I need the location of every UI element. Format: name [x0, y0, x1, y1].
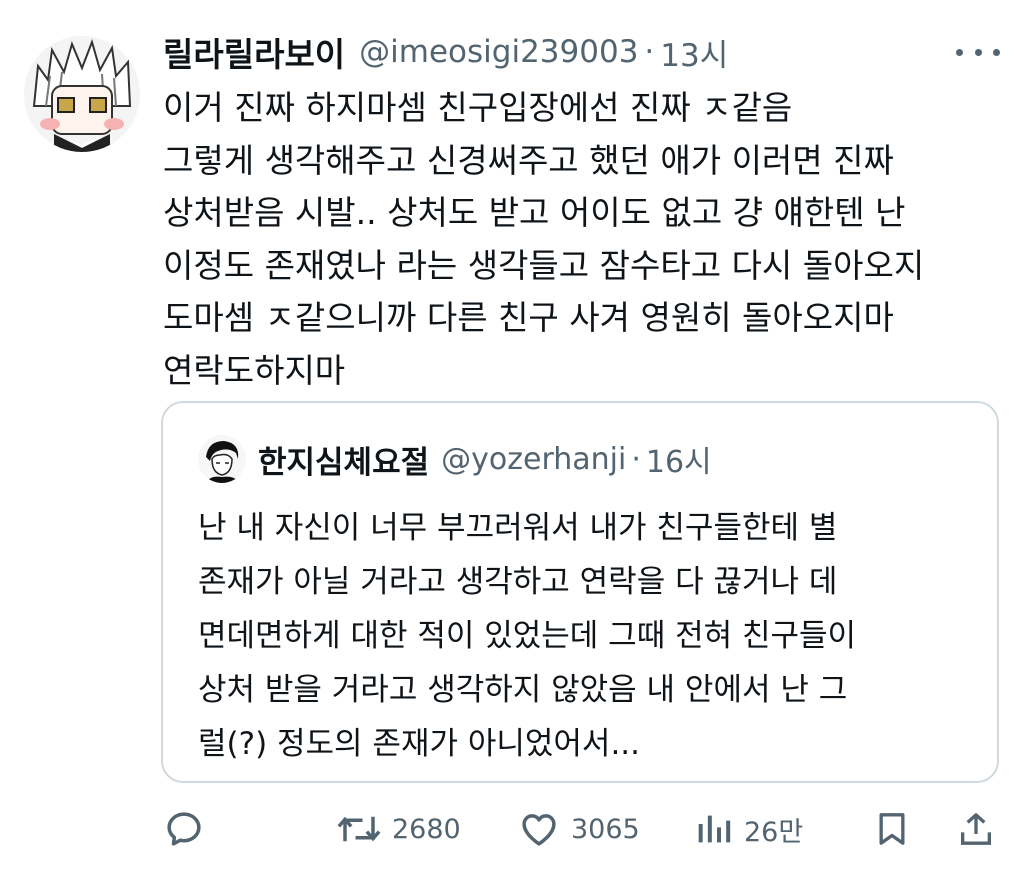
author-handle[interactable]: @imeosigi239003 [359, 34, 638, 70]
like-button[interactable]: 3065 [517, 805, 640, 853]
more-options-icon[interactable] [956, 40, 1000, 64]
quoted-tweet-text: 난 내 자신이 너무 부끄러워서 내가 친구들한테 별 존재가 아닐 거라고 생… [198, 510, 857, 762]
reply-icon [167, 812, 201, 846]
quoted-author-name: 한지심체요절 [258, 444, 430, 481]
quoted-tweet[interactable]: 한지심체요절 @yozerhanji · 16시 난 내 자신이 너무 부끄러워… [161, 401, 999, 783]
quoted-author-handle: @yozerhanji [441, 441, 627, 477]
bookmark-button[interactable] [872, 805, 912, 853]
views-chart-icon [698, 815, 731, 843]
tweet-text: 이거 진짜 하지마셈 친구입장에선 진짜 ㅈ같음 그렇게 생각해주고 신경써주고… [163, 88, 925, 390]
reply-button[interactable] [163, 805, 205, 853]
quoted-tweet-header: 한지심체요절 @yozerhanji · 16시 [258, 437, 712, 481]
author-avatar[interactable] [24, 36, 140, 152]
share-button[interactable] [956, 805, 996, 853]
share-icon [961, 813, 991, 845]
tweet[interactable]: 릴라릴라보이 @imeosigi239003 · 13시 이거 진짜 하지마셈 … [0, 0, 1024, 892]
bookmark-icon [879, 813, 905, 845]
quoted-timestamp: 16시 [645, 445, 712, 480]
author-name[interactable]: 릴라릴라보이 [163, 28, 345, 76]
timestamp[interactable]: 13시 [660, 30, 728, 75]
like-count: 3065 [571, 813, 640, 845]
action-bar: 2680 3065 26만 [0, 805, 1024, 853]
tweet-header: 릴라릴라보이 @imeosigi239003 · 13시 [163, 28, 728, 76]
retweet-icon [337, 816, 381, 842]
separator-dot: · [644, 34, 655, 70]
heart-icon [522, 814, 556, 846]
retweet-count: 2680 [392, 813, 461, 845]
views-count: 26만 [744, 816, 804, 848]
retweet-button[interactable]: 2680 [336, 805, 461, 853]
views-button[interactable]: 26만 [694, 805, 803, 853]
quoted-separator-dot: · [631, 441, 641, 477]
quoted-author-avatar[interactable] [198, 435, 246, 483]
